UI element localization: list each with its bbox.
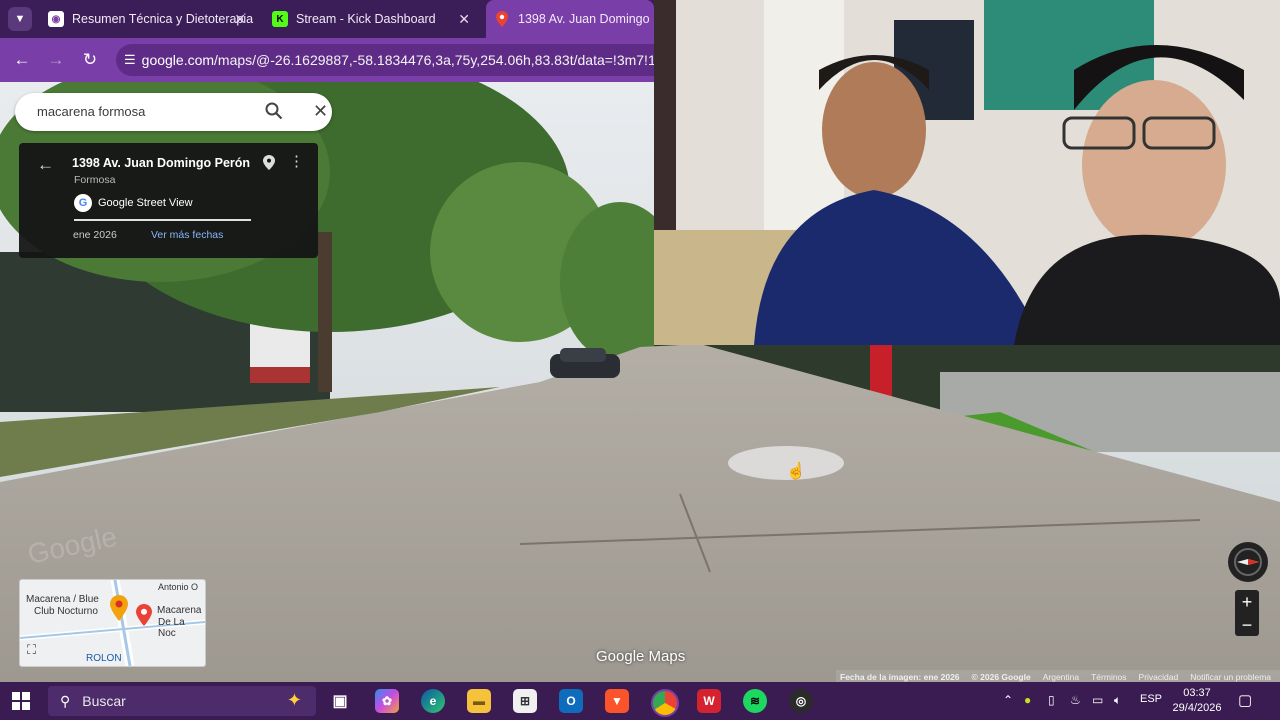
place-address: 1398 Av. Juan Domingo Perón xyxy=(72,156,251,170)
spotify-icon[interactable]: ≋ xyxy=(743,689,767,713)
terms-link[interactable]: Términos xyxy=(1091,672,1126,682)
tab-kick[interactable]: K Stream - Kick Dashboard ✕ xyxy=(264,0,480,38)
image-date: Fecha de la imagen: ene 2026 xyxy=(840,671,960,682)
url-text: google.com/maps/@-26.1629887,-58.1834476… xyxy=(141,52,676,68)
place-city: Formosa xyxy=(74,174,116,186)
minimap-label: De La Noc xyxy=(158,617,185,639)
clock-date: 29/4/2026 xyxy=(1172,702,1222,714)
tab-search-button[interactable]: ▼ xyxy=(8,7,32,31)
google-maps-watermark: Google Maps xyxy=(596,648,686,665)
clock-time: 03:37 xyxy=(1183,687,1211,699)
windows-start-icon[interactable] xyxy=(12,692,30,710)
copilot-icon[interactable]: ✿ xyxy=(375,689,399,713)
chrome-icon[interactable] xyxy=(651,689,679,717)
close-icon[interactable]: ✕ xyxy=(234,11,246,28)
country-link[interactable]: Argentina xyxy=(1043,672,1079,682)
copilot-sparkle-icon: ✦ xyxy=(286,690,302,710)
divider xyxy=(74,219,251,221)
brave-icon[interactable]: ▼ xyxy=(605,689,629,713)
notifications-icon[interactable]: ▢ xyxy=(1238,691,1252,709)
chevron-up-icon[interactable]: ⌃ xyxy=(1003,693,1013,707)
maps-icon xyxy=(494,11,510,27)
location-pin-icon[interactable] xyxy=(263,155,275,173)
privacy-link[interactable]: Privacidad xyxy=(1139,672,1179,682)
street-view-pegman-icon xyxy=(110,595,128,626)
file-explorer-icon[interactable]: ▬ xyxy=(467,689,491,713)
copyright: © 2026 Google xyxy=(971,671,1031,682)
more-options-icon[interactable]: ⋮ xyxy=(289,154,304,169)
minimap-label: ROLON xyxy=(86,653,122,664)
compass-button[interactable] xyxy=(1228,542,1268,582)
maps-search-box[interactable]: macarena formosa ✕ xyxy=(15,93,332,131)
report-problem-link[interactable]: Notificar un problema xyxy=(1190,672,1271,682)
volume-icon[interactable]: 🔈︎ xyxy=(1114,693,1121,708)
hand-cursor-icon: ☝ xyxy=(786,463,806,480)
outlook-icon[interactable]: O xyxy=(559,689,583,713)
zoom-in-button[interactable]: + xyxy=(1235,590,1259,613)
docs-icon: ◉ xyxy=(48,11,64,27)
search-icon: ⚲ xyxy=(60,692,71,709)
capture-date: ene 2026 xyxy=(73,229,117,241)
language-indicator[interactable]: ESP xyxy=(1140,693,1162,705)
compass-icon xyxy=(1234,548,1262,576)
clock[interactable]: 03:37 29/4/2026 xyxy=(1170,686,1224,716)
expand-map-icon[interactable]: ⛶ xyxy=(27,642,36,658)
tab-resumen[interactable]: ◉ Resumen Técnica y Dietoterapia ✕ xyxy=(40,0,256,38)
webcam-overlay xyxy=(654,0,1280,345)
reload-button[interactable]: ↻ xyxy=(78,48,102,72)
tray-app-icon[interactable]: ● xyxy=(1024,693,1031,707)
tab-title: 1398 Av. Juan Domingo Perón xyxy=(518,12,654,26)
taskbar-search-placeholder: Buscar xyxy=(82,693,126,709)
kick-icon: K xyxy=(272,11,288,27)
obs-icon[interactable]: ◎ xyxy=(789,689,813,713)
task-view-icon[interactable]: ▣ xyxy=(328,689,352,713)
search-input[interactable]: macarena formosa xyxy=(37,104,145,119)
minimap[interactable]: Macarena / Blue Club Nocturno Antonio O … xyxy=(19,579,206,667)
webcam-image xyxy=(654,0,1280,345)
more-dates-link[interactable]: Ver más fechas xyxy=(151,229,223,241)
taskbar-search-box[interactable]: ⚲ Buscar ✦ xyxy=(48,686,316,716)
browser-toolbar: ← → ↻ ☰ google.com/maps/@-26.1629887,-58… xyxy=(0,38,676,82)
close-icon[interactable]: ✕ xyxy=(458,11,470,28)
street-view-source: G Google Street View xyxy=(74,194,193,212)
site-info-icon[interactable]: ☰ xyxy=(124,52,136,68)
network-icon[interactable]: ▭ xyxy=(1092,693,1103,707)
street-view-info-card: ← 1398 Av. Juan Domingo Perón Formosa ⋮ … xyxy=(19,143,318,258)
forward-button[interactable]: → xyxy=(44,48,68,72)
microphone-icon[interactable]: ♨ xyxy=(1070,693,1081,707)
source-label: Google Street View xyxy=(98,197,193,209)
edge-icon[interactable]: e xyxy=(421,689,445,713)
place-marker-icon xyxy=(136,604,152,631)
zoom-out-button[interactable]: − xyxy=(1235,613,1259,636)
store-icon[interactable]: ⊞ xyxy=(513,689,537,713)
windows-taskbar: ⚲ Buscar ✦ ▣ ✿ e ▬ ⊞ O ▼ W ≋ ◎ ⌃ ● ▯ ♨ ▭… xyxy=(0,682,1280,720)
search-icon[interactable] xyxy=(265,102,283,120)
minimap-label: Club Nocturno xyxy=(34,606,98,617)
minimap-label: Macarena xyxy=(157,605,202,616)
address-bar[interactable]: ☰ google.com/maps/@-26.1629887,-58.18344… xyxy=(116,44,676,76)
browser-tab-bar: ▼ ◉ Resumen Técnica y Dietoterapia ✕ K S… xyxy=(0,0,654,38)
wps-icon[interactable]: W xyxy=(697,689,721,713)
back-arrow-icon[interactable]: ← xyxy=(37,155,54,175)
tray-device-icon[interactable]: ▯ xyxy=(1048,693,1055,707)
zoom-control: + − xyxy=(1235,590,1259,636)
back-button[interactable]: ← xyxy=(10,48,34,72)
minimap-label: Antonio O xyxy=(158,582,199,592)
google-logo-icon: G xyxy=(74,194,92,212)
tab-maps[interactable]: 1398 Av. Juan Domingo Perón xyxy=(486,0,654,38)
minimap-label: Macarena / Blue xyxy=(26,594,99,605)
tab-title: Stream - Kick Dashboard xyxy=(296,12,436,26)
tab-title: Resumen Técnica y Dietoterapia xyxy=(72,12,254,26)
clear-search-icon[interactable]: ✕ xyxy=(313,102,328,120)
